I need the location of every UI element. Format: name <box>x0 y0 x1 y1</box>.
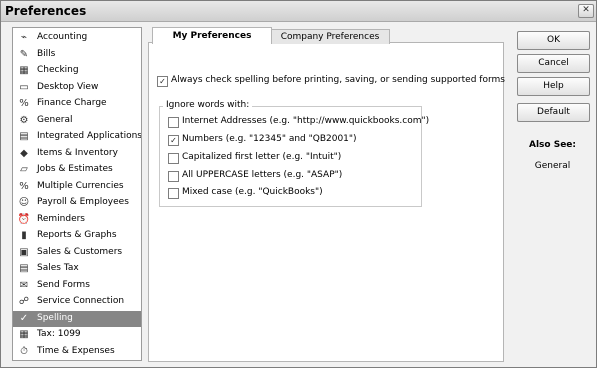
ignore-mixed-case-label: Mixed case (e.g. "QuickBooks") <box>182 187 323 197</box>
sidebar-item-label: Tax: 1099 <box>37 329 81 339</box>
window-title: Preferences <box>5 4 87 18</box>
sidebar-item-label: Time & Expenses <box>37 345 115 356</box>
integrated-applications-icon: ▤ <box>19 131 29 142</box>
ignore-internet-addresses-label: Internet Addresses (e.g. "http://www.qui… <box>182 116 430 126</box>
ignore-numbers-label: Numbers (e.g. "12345" and "QB2001") <box>182 134 357 144</box>
sidebar-item-tax-1099[interactable]: ▦ Tax: 1099 <box>13 327 141 343</box>
sidebar-item-label: Sales Tax <box>37 263 79 273</box>
sidebar-item-label: Service Connection <box>37 296 125 306</box>
sidebar-item-bills[interactable]: ✎ Bills <box>13 47 141 63</box>
sidebar-item-integrated-applications[interactable]: ▤ Integrated Applications <box>13 129 141 145</box>
bills-icon: ✎ <box>19 48 29 60</box>
sales-customers-icon: ▣ <box>19 246 29 258</box>
multiple-currencies-icon: % <box>19 180 29 192</box>
ignore-all-uppercase-label: All UPPERCASE letters (e.g. "ASAP") <box>182 170 343 180</box>
sidebar-item-sales-tax[interactable]: ▤ Sales Tax <box>13 261 141 277</box>
tab-company-preferences[interactable]: Company Preferences <box>270 29 390 44</box>
sidebar-item-multiple-currencies[interactable]: % Multiple Currencies <box>13 179 141 195</box>
sidebar-item-label: Payroll & Employees <box>37 197 129 207</box>
sidebar-item-sales-customers[interactable]: ▣ Sales & Customers <box>13 245 141 261</box>
ignore-capitalized-first-letter-label: Capitalized first letter (e.g. "Intuit") <box>182 152 342 162</box>
desktop-view-icon: ▭ <box>19 81 29 93</box>
title-bar: Preferences ✕ <box>1 1 596 22</box>
help-button[interactable]: Help <box>517 77 590 96</box>
checking-icon: ▦ <box>19 65 29 76</box>
sidebar-item-reminders[interactable]: ⏰ Reminders <box>13 212 141 228</box>
sidebar-item-label: Accounting <box>37 32 88 42</box>
sidebar-item-label: Sales & Customers <box>37 246 123 257</box>
sidebar-item-label: General <box>37 114 73 125</box>
sidebar-item-accounting[interactable]: ⌁ Accounting <box>13 30 141 46</box>
sidebar-item-desktop-view[interactable]: ▭ Desktop View <box>13 80 141 96</box>
always-check-spelling-checkbox[interactable]: ✓ <box>157 76 168 87</box>
sidebar-item-jobs-estimates[interactable]: ▱ Jobs & Estimates <box>13 162 141 178</box>
ignore-all-uppercase-checkbox[interactable] <box>168 171 179 182</box>
tab-my-preferences[interactable]: My Preferences <box>152 27 272 44</box>
sidebar-item-label: Integrated Applications <box>37 131 142 141</box>
sidebar-item-finance-charge[interactable]: % Finance Charge <box>13 96 141 112</box>
ignore-mixed-case-checkbox[interactable] <box>168 188 179 199</box>
always-check-spelling-label: Always check spelling before printing, s… <box>171 75 505 85</box>
reports-graphs-icon: ▮ <box>21 230 27 241</box>
sidebar-item-service-connection[interactable]: ☍ Service Connection <box>13 294 141 310</box>
sidebar-item-reports-graphs[interactable]: ▮ Reports & Graphs <box>13 228 141 244</box>
ignore-capitalized-first-letter-checkbox[interactable] <box>168 153 179 164</box>
sidebar-item-label: Desktop View <box>37 81 99 92</box>
payroll-employees-icon: ☺ <box>18 197 30 208</box>
cancel-button[interactable]: Cancel <box>517 54 590 73</box>
also-see-title: Also See: <box>528 140 576 150</box>
default-button[interactable]: Default <box>517 103 590 122</box>
sidebar-item-payroll-employees[interactable]: ☺ Payroll & Employees <box>13 195 141 211</box>
spelling-icon: ✓ <box>19 312 29 324</box>
also-see-general-link[interactable]: General <box>517 161 588 171</box>
sidebar-item-label: Finance Charge <box>37 98 107 108</box>
sidebar-item-label: Send Forms <box>37 279 90 290</box>
preferences-category-list[interactable]: ⌁ Accounting ✎ Bills ▦ Checking ▭ Desktop Vi… <box>12 27 142 361</box>
sidebar-item-label: Checking <box>37 65 79 75</box>
jobs-estimates-icon: ▱ <box>20 164 28 175</box>
sidebar-item-label: Reports & Graphs <box>37 230 117 240</box>
ignore-numbers-checkbox[interactable]: ✓ <box>168 135 179 146</box>
finance-charge-icon: % <box>19 98 29 109</box>
ignore-internet-addresses-checkbox[interactable] <box>168 117 179 128</box>
sidebar-item-items-inventory[interactable]: ◆ Items & Inventory <box>13 146 141 162</box>
sidebar-item-time-expenses[interactable]: ⏱ Time & Expenses <box>13 344 141 360</box>
items-inventory-icon: ◆ <box>20 147 28 159</box>
tax-1099-icon: ▦ <box>19 329 29 340</box>
time-expenses-icon: ⏱ <box>20 345 28 357</box>
sidebar-item-label: Bills <box>37 48 56 59</box>
sidebar-item-checking[interactable]: ▦ Checking <box>13 63 141 79</box>
reminders-icon: ⏰ <box>17 213 31 225</box>
ignore-words-group-title: Ignore words with: <box>163 100 253 110</box>
sidebar-item-label: Reminders <box>37 213 85 224</box>
service-connection-icon: ☍ <box>18 296 30 307</box>
sidebar-item-label: Jobs & Estimates <box>37 164 113 174</box>
sidebar-item-label: Items & Inventory <box>37 147 118 158</box>
sales-tax-icon: ▤ <box>19 263 29 274</box>
ok-button[interactable]: OK <box>517 31 590 50</box>
accounting-icon: ⌁ <box>20 32 28 43</box>
sidebar-item-spelling[interactable]: ✓ Spelling <box>13 310 141 327</box>
general-icon: ⚙ <box>19 114 29 126</box>
sidebar-item-label: Multiple Currencies <box>37 180 124 191</box>
send-forms-icon: ✉ <box>19 279 29 291</box>
sidebar-item-label: Spelling <box>37 312 73 323</box>
sidebar-item-send-forms[interactable]: ✉ Send Forms <box>13 278 141 294</box>
sidebar-item-general[interactable]: ⚙ General <box>13 113 141 129</box>
close-button[interactable]: ✕ <box>578 4 594 18</box>
